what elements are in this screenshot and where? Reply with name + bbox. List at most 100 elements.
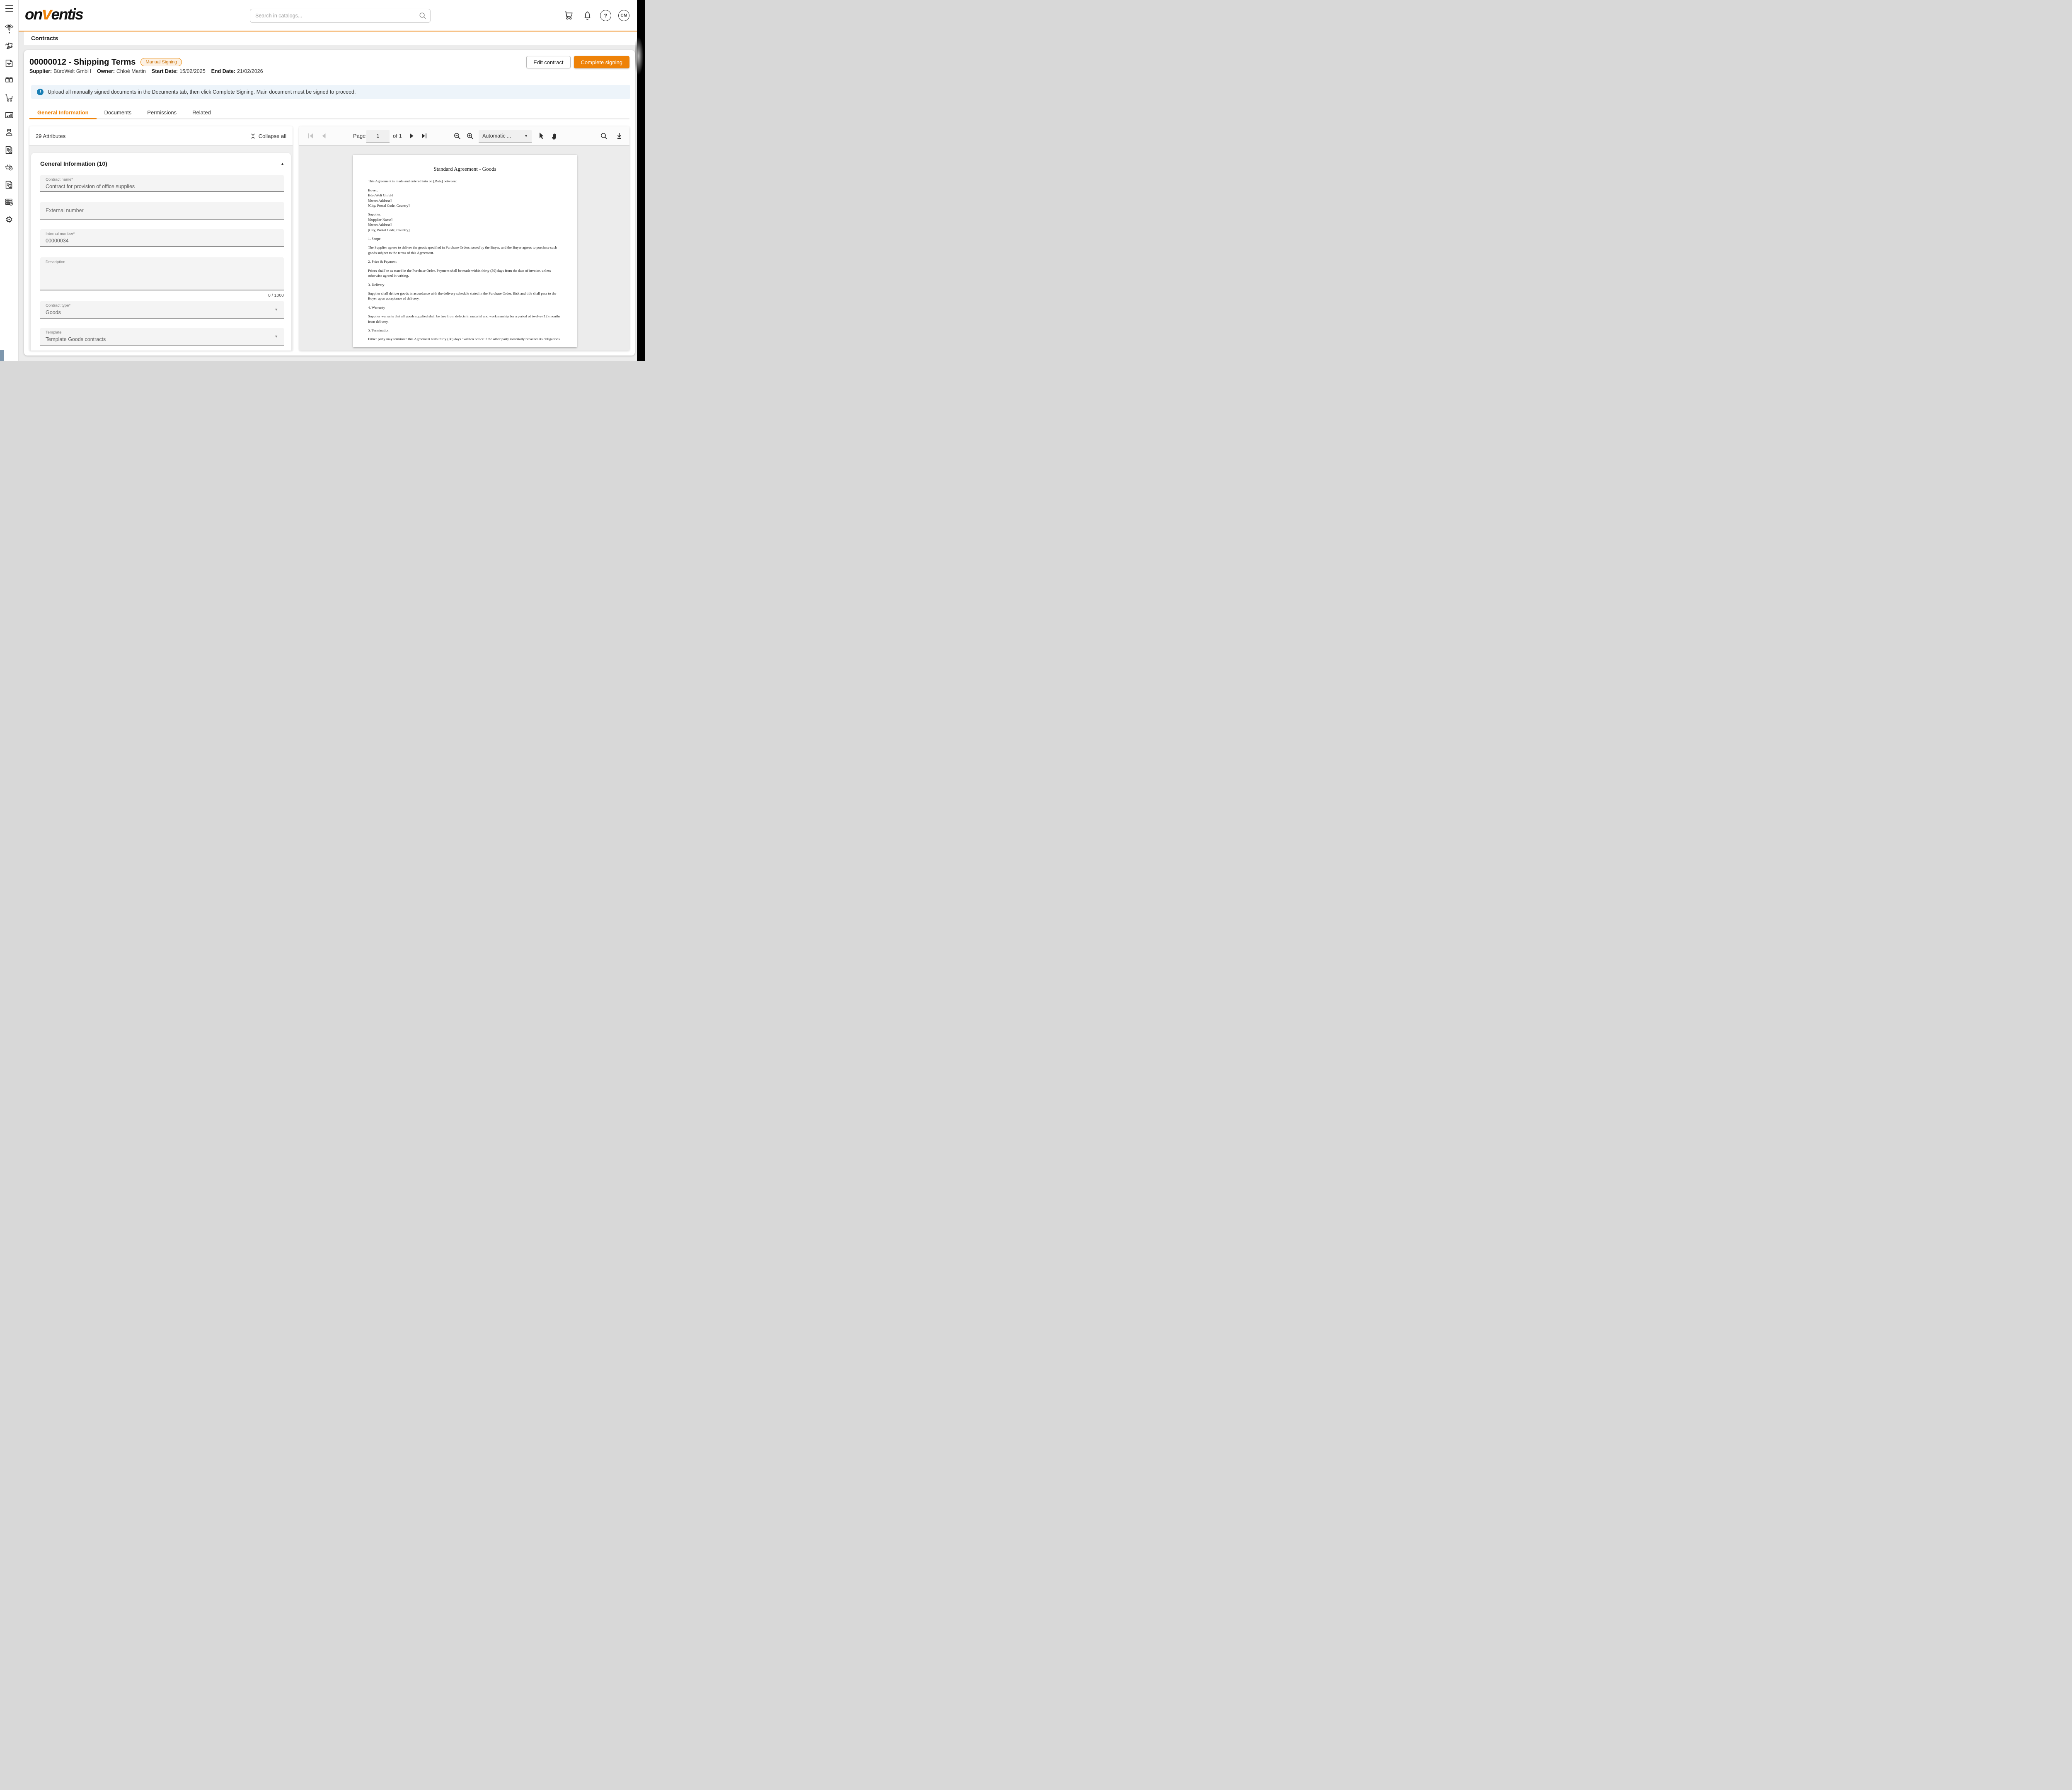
basket-clock-icon[interactable]	[4, 162, 14, 172]
chevron-down-icon: ▼	[524, 134, 528, 138]
gear-glyph: ⚙	[5, 215, 13, 224]
cart-icon[interactable]	[563, 10, 574, 21]
pdf-viewer: Page of 1 Automatic ... ▼	[299, 126, 629, 351]
general-information-section: General Information (10) ▲ Contract name…	[31, 153, 291, 351]
catalog-search	[250, 9, 431, 23]
screen-right-edge	[637, 0, 645, 361]
catalog-book-icon[interactable]	[4, 75, 14, 85]
meta-start-date: Start Date:15/02/2025	[152, 68, 206, 74]
camera-blur-artifact	[635, 31, 645, 80]
meta-end-date: End Date:21/02/2026	[211, 68, 263, 74]
page-title: 00000012 - Shipping Terms	[29, 58, 136, 67]
user-icon[interactable]	[4, 127, 14, 137]
bar-chart-icon[interactable]	[4, 110, 14, 120]
internal-number-field[interactable]: Internal number* 00000034	[40, 229, 284, 247]
svg-text:§: §	[10, 185, 11, 188]
sidebar-scrollbar-thumb[interactable]	[0, 350, 4, 361]
contract-name-value: Contract for provision of office supplie…	[46, 184, 135, 189]
tab-permissions[interactable]: Permissions	[139, 107, 184, 119]
hand-truck-icon[interactable]	[4, 41, 14, 51]
collapse-all-label: Collapse all	[259, 133, 286, 139]
contract-meta: Supplier:BüroWelt GmbH Owner:Chloé Marti…	[29, 68, 263, 74]
first-page-button[interactable]	[306, 131, 316, 141]
chevron-down-icon: ▼	[274, 334, 278, 339]
info-banner: i Upload all manually signed documents i…	[31, 85, 630, 99]
avatar-initials: CM	[620, 13, 627, 18]
document-section-icon[interactable]: §	[4, 180, 14, 190]
avatar[interactable]: CM	[618, 10, 629, 21]
zoom-mode-value: Automatic ...	[482, 133, 511, 139]
pdf-buyer-block: Buyer: BüroWelt GmbH [Street Address] [C…	[368, 188, 562, 208]
next-page-button[interactable]	[407, 131, 416, 141]
top-header-bar: onventis ? CM	[19, 0, 637, 31]
attributes-panel: 29 Attributes Collapse all General Infor…	[29, 126, 293, 351]
title-row: 00000012 - Shipping Terms Manual Signing…	[29, 56, 629, 69]
contract-type-select[interactable]: Contract type* Goods ▼	[40, 301, 284, 319]
tab-documents[interactable]: Documents	[97, 107, 140, 119]
last-page-button[interactable]	[419, 131, 428, 141]
app-window: onventis ? CM ▼	[0, 0, 645, 361]
section-collapse-icon[interactable]: ▲	[281, 162, 284, 166]
status-badge: Manual Signing	[140, 58, 182, 66]
internal-number-value: 00000034	[46, 238, 69, 244]
contract-handshake-icon[interactable]	[4, 58, 14, 68]
search-icon[interactable]	[419, 12, 427, 20]
list-check-icon[interactable]	[4, 197, 14, 207]
complete-signing-button[interactable]: Complete signing	[574, 56, 629, 68]
document-percent-icon[interactable]	[4, 145, 14, 155]
template-value: Template Goods contracts	[46, 336, 106, 342]
notifications-bell-icon[interactable]	[581, 10, 593, 21]
help-icon[interactable]: ?	[600, 10, 611, 21]
document-search-icon[interactable]	[599, 131, 609, 141]
contract-name-field[interactable]: Contract name* Contract for provision of…	[40, 175, 284, 192]
pdf-page: Standard Agreement - Goods This Agreemen…	[353, 155, 577, 347]
page-number-input[interactable]	[366, 130, 390, 143]
tab-related[interactable]: Related	[184, 107, 219, 119]
zoom-in-icon[interactable]	[465, 131, 475, 141]
previous-page-button[interactable]	[319, 131, 329, 141]
description-char-counter: 0 / 1000	[259, 293, 284, 298]
attributes-panel-body: General Information (10) ▲ Contract name…	[29, 146, 293, 351]
contract-type-value: Goods	[46, 310, 61, 315]
pdf-document-text: Standard Agreement - Goods This Agreemen…	[353, 155, 577, 342]
zoom-out-icon[interactable]	[452, 131, 462, 141]
header-action-icons: ? CM	[563, 0, 629, 31]
section-header[interactable]: General Information (10) ▲	[40, 160, 284, 167]
settings-gear-icon[interactable]: ⚙	[4, 215, 14, 225]
template-label: Template	[46, 330, 62, 335]
description-field[interactable]: Description	[40, 257, 284, 290]
sidebar: ▼ § ⚙	[0, 0, 19, 361]
sidebar-expand-caret-icon[interactable]: ▼	[8, 31, 11, 34]
breadcrumb[interactable]: Contracts	[31, 35, 58, 41]
search-input[interactable]	[250, 9, 431, 23]
chevron-down-icon: ▼	[274, 307, 278, 312]
shopping-cart-icon[interactable]	[4, 93, 14, 103]
external-number-label: External number	[46, 202, 84, 219]
tab-general-information[interactable]: General Information	[29, 107, 97, 119]
text-select-cursor-icon[interactable]	[536, 131, 546, 141]
contract-detail-card: 00000012 - Shipping Terms Manual Signing…	[24, 50, 635, 356]
section-title: General Information (10)	[40, 160, 107, 167]
onventis-logo[interactable]: onventis	[25, 3, 83, 24]
pdf-toolbar: Page of 1 Automatic ... ▼	[299, 126, 629, 146]
meta-supplier: Supplier:BüroWelt GmbH	[29, 68, 91, 74]
contract-type-label: Contract type*	[46, 303, 70, 308]
info-icon: i	[37, 89, 44, 95]
pdf-supplier-block: Supplier: [Supplier Name] [Street Addres…	[368, 212, 562, 232]
download-icon[interactable]	[614, 131, 624, 141]
external-number-field[interactable]: External number	[40, 202, 284, 220]
edit-contract-button[interactable]: Edit contract	[526, 56, 570, 68]
hand-pan-icon[interactable]	[549, 131, 559, 141]
pdf-viewer-canvas[interactable]: Standard Agreement - Goods This Agreemen…	[299, 146, 629, 351]
menu-hamburger-icon[interactable]	[5, 5, 13, 12]
help-question-glyph: ?	[604, 12, 608, 19]
collapse-all-button[interactable]: Collapse all	[250, 133, 286, 139]
template-select[interactable]: Template Template Goods contracts ▼	[40, 328, 284, 346]
internal-number-label: Internal number*	[46, 232, 75, 236]
info-banner-text: Upload all manually signed documents in …	[48, 89, 356, 95]
contract-name-label: Contract name*	[46, 177, 73, 182]
collapse-all-icon	[250, 133, 256, 139]
attributes-count: 29 Attributes	[36, 133, 65, 139]
zoom-mode-select[interactable]: Automatic ... ▼	[479, 130, 532, 143]
breadcrumb-bar: Contracts	[24, 31, 637, 45]
